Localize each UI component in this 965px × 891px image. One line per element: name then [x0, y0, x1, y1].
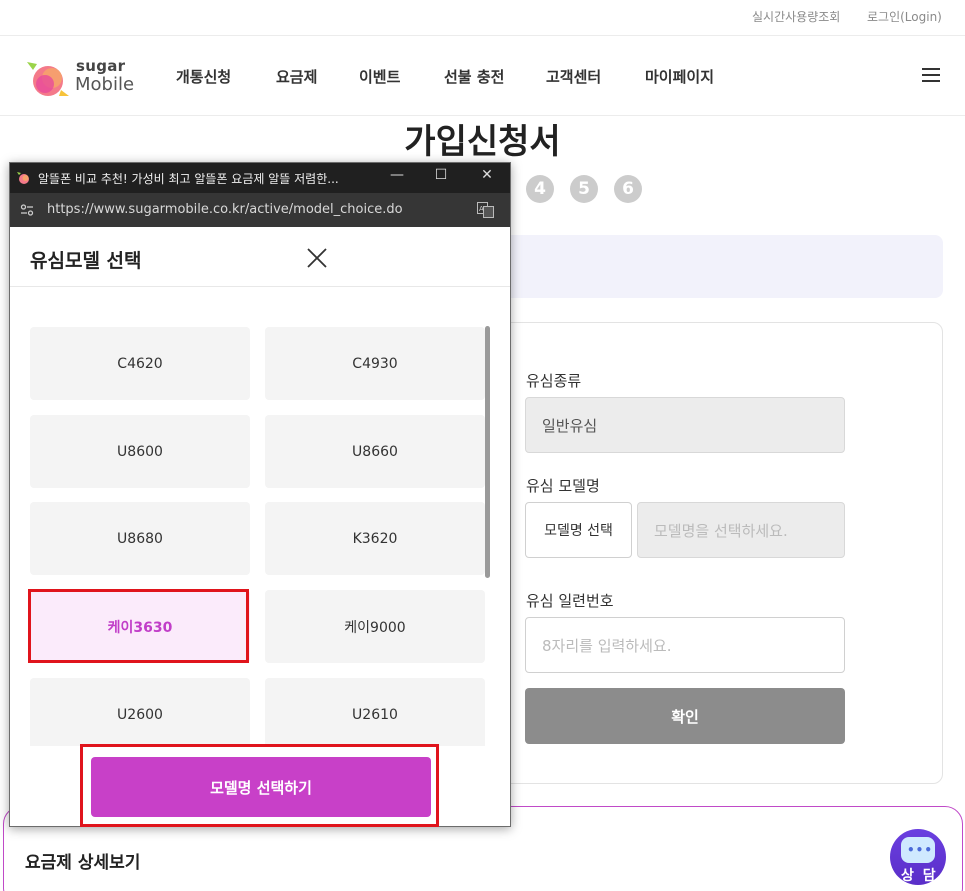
notice-box	[480, 235, 943, 298]
serial-input[interactable]: 8자리를 입력하세요.	[525, 617, 845, 673]
page-title: 가입신청서	[404, 122, 561, 162]
nav-item-plans[interactable]: 요금제	[276, 66, 317, 87]
step-4: 4	[526, 175, 554, 203]
top-utility-bar: 실시간사용량조회 로그인(Login)	[0, 0, 965, 34]
step-5: 5	[570, 175, 598, 203]
popup-header: 유심모델 선택	[10, 227, 510, 287]
nav-item-prepaid[interactable]: 선불 충전	[444, 66, 504, 87]
logo-wordmark-top: sugar	[76, 57, 126, 75]
model-tile[interactable]: U8660	[265, 415, 485, 488]
model-choice-popup-window: 알뜰폰 비교 추천! 가성비 최고 알뜰폰 요금제 알뜰 저렴한... — ☐ …	[9, 162, 511, 827]
hamburger-icon[interactable]	[922, 68, 940, 82]
realtime-usage-link[interactable]: 실시간사용량조회	[752, 8, 840, 25]
close-icon[interactable]	[306, 247, 328, 269]
confirm-button[interactable]: 확인	[525, 688, 845, 744]
login-link[interactable]: 로그인(Login)	[867, 8, 942, 25]
model-tile[interactable]: U8600	[30, 415, 250, 488]
model-tile[interactable]: C4620	[30, 327, 250, 400]
popup-url[interactable]: https://www.sugarmobile.co.kr/active/mod…	[47, 202, 403, 217]
sim-type-field: 일반유심	[525, 397, 845, 453]
translate-icon[interactable]: A	[477, 202, 494, 218]
model-tile[interactable]: 케이9000	[265, 590, 485, 663]
sim-type-label: 유심종류	[526, 372, 582, 390]
minimize-icon[interactable]: —	[387, 167, 407, 183]
model-tile[interactable]: K3620	[265, 502, 485, 575]
popup-window-title: 알뜰폰 비교 추천! 가성비 최고 알뜰폰 요금제 알뜰 저렴한...	[38, 172, 339, 186]
chat-dots: •••	[907, 843, 934, 857]
nav-item-support[interactable]: 고객센터	[546, 66, 601, 87]
model-tile[interactable]: C4930	[265, 327, 485, 400]
site-header: sugar Mobile 개통신청 요금제 이벤트 선불 충전 고객센터 마이페…	[0, 35, 965, 116]
nav-item-mypage[interactable]: 마이페이지	[645, 66, 714, 87]
logo-wordmark-bottom: Mobile	[75, 74, 135, 95]
svg-text:A: A	[479, 205, 484, 213]
model-tile[interactable]: U2600	[30, 678, 250, 751]
model-tile[interactable]: U2610	[265, 678, 485, 751]
maximize-icon[interactable]: ☐	[431, 167, 451, 183]
popup-address-bar: https://www.sugarmobile.co.kr/active/mod…	[10, 193, 510, 227]
model-select-button[interactable]: 모델명 선택	[525, 502, 632, 558]
plan-detail-title[interactable]: 요금제 상세보기	[25, 848, 140, 873]
popup-footer: 모델명 선택하기	[10, 746, 510, 826]
popup-scrollbar[interactable]	[485, 326, 490, 578]
model-tile[interactable]: U8680	[30, 502, 250, 575]
sim-model-label: 유심 모델명	[526, 477, 600, 495]
close-window-icon[interactable]: ✕	[477, 167, 497, 183]
select-model-button[interactable]: 모델명 선택하기	[91, 757, 431, 817]
candy-favicon-icon	[17, 172, 29, 184]
nav-item-activation[interactable]: 개통신청	[176, 66, 231, 87]
step-6: 6	[614, 175, 642, 203]
site-settings-icon[interactable]	[20, 203, 34, 217]
chat-label: 상 담	[901, 868, 938, 884]
chat-consult-button[interactable]: ••• 상 담	[890, 829, 946, 885]
sugar-mobile-logo[interactable]: sugar Mobile	[25, 54, 135, 100]
model-name-field[interactable]: 모델명을 선택하세요.	[637, 502, 845, 558]
serial-label: 유심 일련번호	[526, 592, 614, 610]
nav-item-events[interactable]: 이벤트	[359, 66, 400, 87]
model-tile-selected[interactable]: 케이3630	[30, 590, 250, 663]
popup-title: 유심모델 선택	[30, 250, 142, 272]
candy-logo-icon	[27, 62, 69, 96]
popup-titlebar[interactable]: 알뜰폰 비교 추천! 가성비 최고 알뜰폰 요금제 알뜰 저렴한... — ☐ …	[10, 163, 510, 193]
